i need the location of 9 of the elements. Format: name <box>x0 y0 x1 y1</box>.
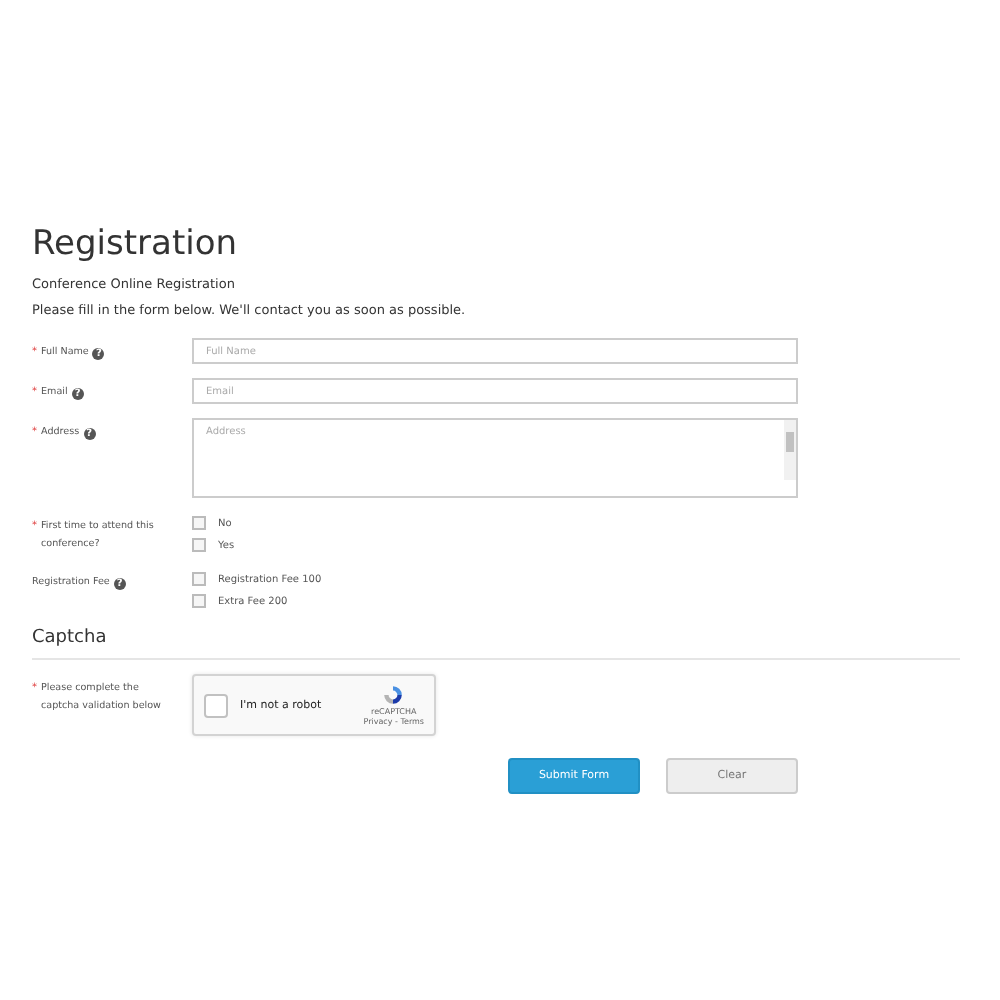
recaptcha-logo-icon <box>382 684 405 707</box>
checkbox[interactable] <box>192 572 206 587</box>
scrollbar[interactable] <box>784 420 796 480</box>
page-title: Registration <box>32 224 240 264</box>
checkbox[interactable] <box>192 594 206 609</box>
captcha-checkbox[interactable] <box>204 693 228 718</box>
section-heading: Captcha <box>32 628 960 661</box>
checkbox[interactable] <box>192 516 206 530</box>
checkbox[interactable] <box>192 538 206 552</box>
